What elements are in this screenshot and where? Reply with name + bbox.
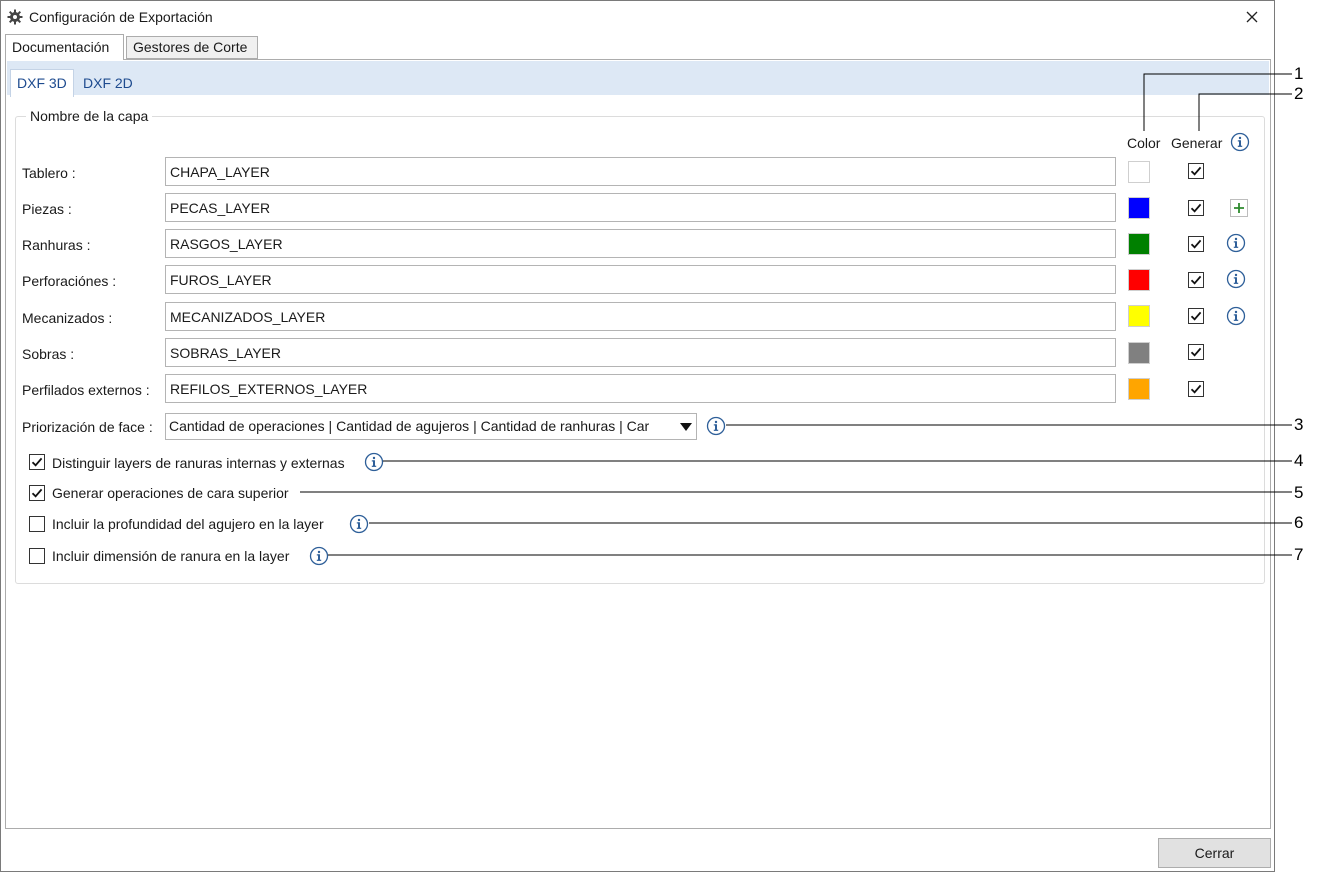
callout-number: 7 (1294, 545, 1304, 564)
perforaciones-label: Perforaciónes : (22, 273, 117, 289)
callout-number: 3 (1294, 415, 1304, 434)
group-legend: Nombre de la capa (26, 108, 153, 124)
info-icon[interactable] (1226, 269, 1246, 289)
tablero-generate-checkbox[interactable] (1188, 163, 1204, 179)
perforaciones-generate-checkbox[interactable] (1188, 272, 1204, 288)
export-config-window: Configuración de Exportación Documentaci… (0, 0, 1275, 872)
ranhuras-color-swatch[interactable] (1128, 233, 1150, 255)
tablero-layer-input[interactable] (165, 157, 1116, 186)
gear-icon (7, 9, 23, 25)
ranhuras-label: Ranhuras : (22, 237, 91, 253)
mecanizados-layer-input[interactable] (165, 302, 1116, 331)
groove-dimension-label: Incluir dimensión de ranura en la layer (52, 548, 290, 564)
close-icon (1246, 11, 1258, 23)
window-title: Configuración de Exportación (29, 9, 213, 25)
piezas-color-swatch[interactable] (1128, 197, 1150, 219)
piezas-generate-checkbox[interactable] (1188, 200, 1204, 216)
chevron-down-icon (680, 423, 692, 431)
perforaciones-color-swatch[interactable] (1128, 269, 1150, 291)
plus-icon[interactable] (1230, 199, 1248, 217)
sobras-layer-input[interactable] (165, 338, 1116, 367)
callout-number: 2 (1294, 84, 1304, 103)
close-button[interactable] (1238, 5, 1266, 29)
callout-number: 6 (1294, 513, 1304, 532)
perfilados-externos-label: Perfilados externos : (22, 382, 150, 398)
tab-documentacion[interactable]: Documentación (5, 34, 124, 60)
inner-tab-strip: DXF 3D DXF 2D (7, 61, 1269, 97)
perfilados-externos-generate-checkbox[interactable] (1188, 381, 1204, 397)
callout-number: 1 (1294, 64, 1304, 83)
distinguish-layers-label: Distinguir layers de ranuras internas y … (52, 455, 345, 471)
close-dialog-button[interactable]: Cerrar (1158, 838, 1271, 868)
perfilados-externos-layer-input[interactable] (165, 374, 1116, 403)
ranhuras-layer-input[interactable] (165, 229, 1116, 258)
top-face-operations-label: Generar operaciones de cara superior (52, 485, 289, 501)
mecanizados-generate-checkbox[interactable] (1188, 308, 1204, 324)
mecanizados-label: Mecanizados : (22, 310, 113, 326)
sobras-label: Sobras : (22, 346, 75, 362)
info-icon[interactable] (1230, 132, 1250, 152)
piezas-label: Piezas : (22, 201, 72, 217)
sobras-generate-checkbox[interactable] (1188, 344, 1204, 360)
face-priority-select[interactable]: Cantidad de operaciones | Cantidad de ag… (165, 413, 697, 440)
sobras-color-swatch[interactable] (1128, 342, 1150, 364)
info-icon[interactable] (349, 514, 369, 534)
face-priority-value: Cantidad de operaciones | Cantidad de ag… (169, 418, 650, 434)
callout-number: 5 (1294, 483, 1304, 502)
perforaciones-layer-input[interactable] (165, 265, 1116, 294)
piezas-layer-input[interactable] (165, 193, 1116, 222)
callout-number: 4 (1294, 451, 1304, 470)
perfilados-externos-color-swatch[interactable] (1128, 378, 1150, 400)
ranhuras-generate-checkbox[interactable] (1188, 236, 1204, 252)
info-icon[interactable] (1226, 306, 1246, 326)
face-priority-label: Priorización de face : (22, 419, 153, 435)
info-icon[interactable] (364, 452, 384, 472)
tab-gestores-de-corte[interactable]: Gestores de Corte (126, 36, 258, 59)
color-column-header: Color (1127, 135, 1161, 151)
info-icon[interactable] (309, 546, 329, 566)
info-icon[interactable] (706, 416, 726, 436)
distinguish-layers-checkbox[interactable] (29, 454, 45, 470)
tab-dxf-2d[interactable]: DXF 2D (77, 70, 139, 96)
top-face-operations-checkbox[interactable] (29, 485, 45, 501)
title-bar: Configuración de Exportación (1, 1, 1274, 33)
tablero-label: Tablero : (22, 165, 76, 181)
groove-dimension-checkbox[interactable] (29, 548, 45, 564)
generate-column-header: Generar (1171, 135, 1223, 151)
tablero-color-swatch[interactable] (1128, 161, 1150, 183)
hole-depth-label: Incluir la profundidad del agujero en la… (52, 516, 324, 532)
hole-depth-checkbox[interactable] (29, 516, 45, 532)
mecanizados-color-swatch[interactable] (1128, 305, 1150, 327)
tab-dxf-3d[interactable]: DXF 3D (10, 69, 74, 97)
info-icon[interactable] (1226, 233, 1246, 253)
